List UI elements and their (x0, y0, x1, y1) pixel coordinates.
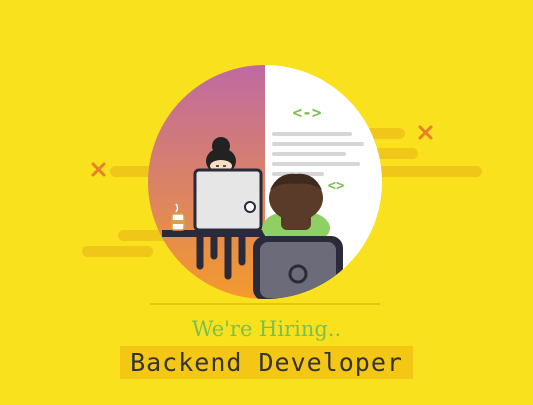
job-title: Backend Developer (120, 346, 413, 379)
office-chair (253, 236, 343, 299)
cross-icon (418, 125, 433, 140)
scene-circle (148, 65, 382, 299)
cross-icon (91, 162, 106, 177)
laptop-icon (193, 168, 263, 232)
tagline: We're Hiring.. (191, 317, 342, 341)
code-tag-icon: <-> (293, 103, 322, 122)
circle-shadow (150, 303, 380, 305)
poster: <-> <> We're Hiring.. Backend Developer (0, 0, 533, 400)
role-wrapper: Backend Developer (0, 346, 533, 379)
code-tag-icon: <> (328, 178, 345, 194)
